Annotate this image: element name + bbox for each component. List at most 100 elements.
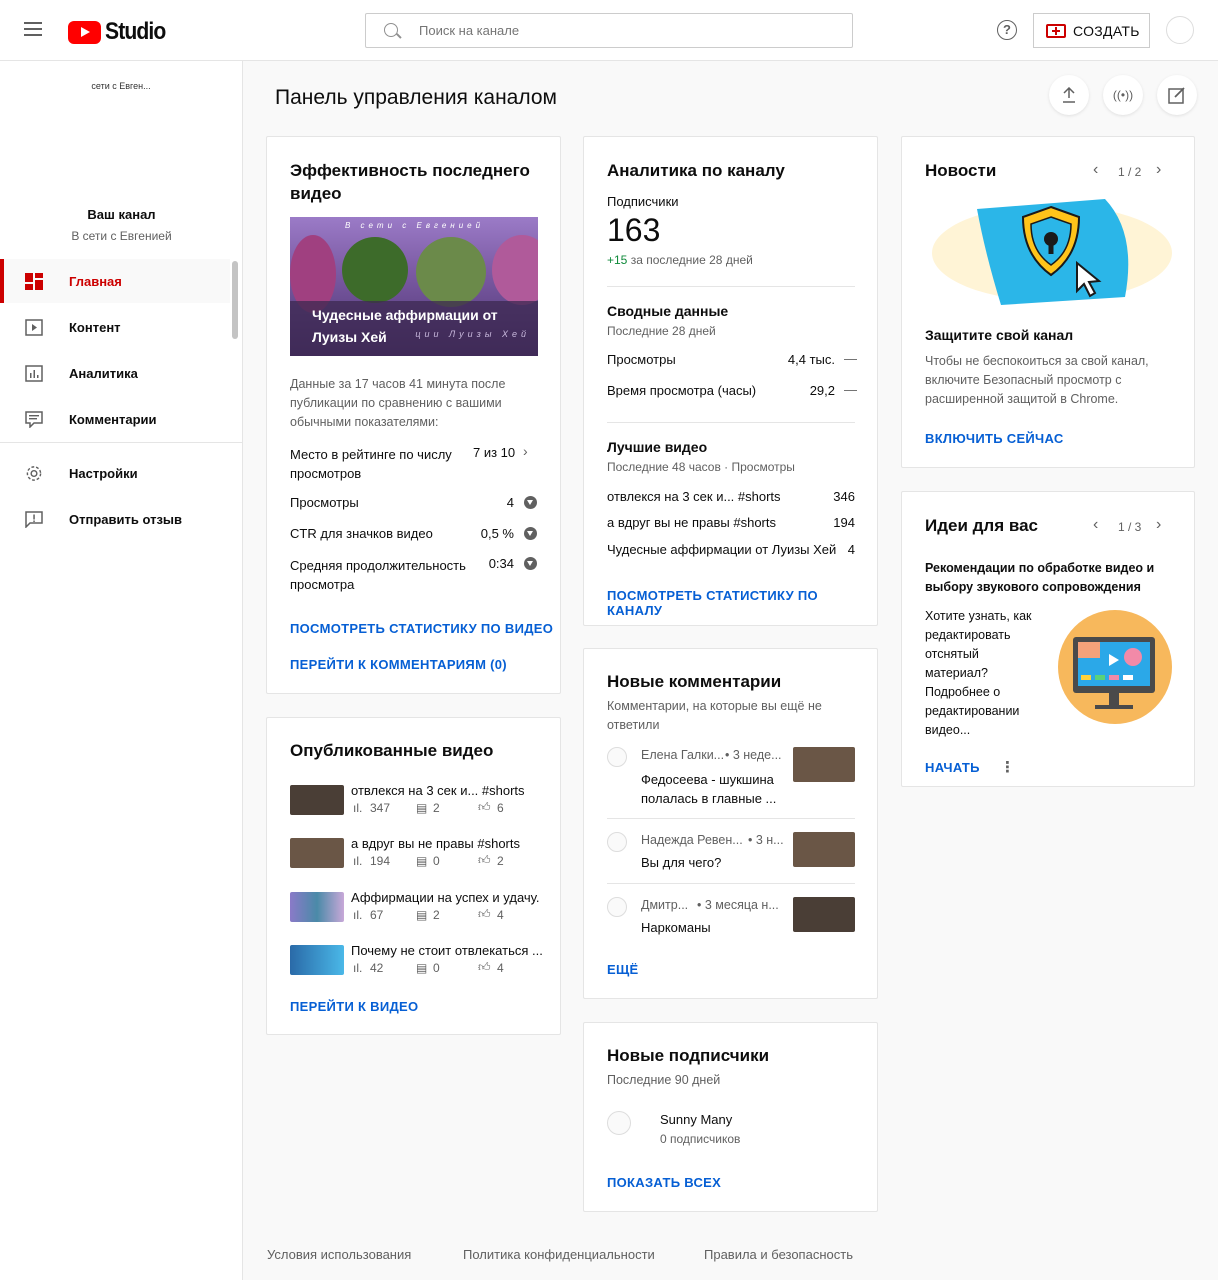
sidebar-item-feedback[interactable]: Отправить отзыв	[0, 497, 230, 541]
sidebar-item-dashboard[interactable]: Главная	[0, 259, 230, 303]
top-videos-title: Лучшие видео	[607, 439, 708, 455]
account-avatar[interactable]	[1166, 16, 1194, 44]
comment-author[interactable]: Елена Галки...	[641, 748, 724, 762]
comment-time: • 3 н...	[748, 833, 784, 847]
top-video-title[interactable]: Чудесные аффирмации от Луизы Хей	[607, 542, 836, 557]
channel-avatar[interactable]: сети с Евген...	[80, 81, 162, 91]
thumbnail-faded-text: ции Луизы Хей	[415, 329, 530, 339]
policy-link[interactable]: Правила и безопасность	[704, 1247, 853, 1262]
studio-logo[interactable]: Studio	[68, 18, 174, 46]
view-video-stats-link[interactable]: ПОСМОТРЕТЬ СТАТИСТИКУ ПО ВИДЕО	[290, 621, 553, 636]
help-icon[interactable]: ?	[997, 20, 1017, 40]
show-all-subscribers-link[interactable]: ПОКАЗАТЬ ВСЕХ	[607, 1175, 721, 1190]
sidebar-item-analytics[interactable]: Аналитика	[0, 351, 230, 395]
card-title: Идеи для вас	[925, 516, 1039, 535]
commenter-avatar[interactable]	[607, 832, 627, 852]
views-count: 194	[370, 854, 391, 868]
chevron-left-icon[interactable]: ‹	[1093, 516, 1098, 534]
terms-link[interactable]: Условия использования	[267, 1247, 411, 1262]
trend-indicator: —	[844, 382, 857, 397]
trend-indicator: —	[844, 351, 857, 366]
video-editing-illustration	[1058, 610, 1172, 724]
summary-title: Сводные данные	[607, 303, 729, 319]
commenter-avatar[interactable]	[607, 897, 627, 917]
list-item[interactable]: Аффирмации на успех и удачу. ıl. 67 ▤ 2 …	[290, 890, 540, 932]
ideas-headline: Рекомендации по обработке видео и выбору…	[925, 561, 1155, 594]
sidebar-item-settings[interactable]: Настройки	[0, 451, 230, 495]
video-thumbnail	[290, 785, 344, 815]
sidebar-item-label: Отправить отзыв	[69, 512, 182, 527]
start-link[interactable]: НАЧАТЬ	[925, 760, 980, 775]
likes-count: 6	[497, 801, 504, 815]
top-video-views: 4	[847, 542, 855, 557]
youtube-logo-icon	[68, 20, 101, 44]
go-to-comments-link[interactable]: ПЕРЕЙТИ К КОММЕНТАРИЯМ (0)	[290, 657, 507, 672]
video-title: а вдруг вы не правы #shorts	[351, 836, 520, 851]
sidebar-scrollbar[interactable]	[232, 261, 238, 339]
chevron-left-icon[interactable]: ‹	[1093, 161, 1098, 179]
likes-count: 2	[497, 854, 504, 868]
create-post-button[interactable]	[1157, 75, 1197, 115]
menu-icon[interactable]	[24, 22, 42, 36]
sidebar-item-comments[interactable]: Комментарии	[0, 397, 230, 441]
views-icon: ıl.	[353, 908, 363, 922]
new-subscribers-card: Новые подписчики Последние 90 дней Sunny…	[583, 1022, 878, 1212]
sidebar-item-label: Главная	[69, 274, 122, 289]
chevron-right-icon[interactable]: ›	[1156, 516, 1161, 534]
summary-row-label: Время просмотра (часы)	[607, 383, 757, 398]
channel-analytics-card: Аналитика по каналу Подписчики 163 +15 з…	[583, 136, 878, 626]
video-thumbnail[interactable]	[793, 747, 855, 782]
top-video-title[interactable]: а вдруг вы не правы #shorts	[607, 515, 776, 530]
video-thumbnail	[290, 838, 344, 868]
subscribers-count: 163	[607, 212, 661, 248]
stat-label: Средняя продолжительность просмотра	[290, 558, 466, 592]
card-title: Эффективность последнего видео	[290, 161, 530, 203]
upload-button[interactable]	[1049, 75, 1089, 115]
search-icon	[384, 23, 398, 37]
create-label: СОЗДАТЬ	[1073, 22, 1140, 39]
go-live-button[interactable]: ((•))	[1103, 75, 1143, 115]
top-video-title[interactable]: отвлекся на 3 сек и... #shorts	[607, 489, 781, 504]
comments-count: 0	[433, 854, 440, 868]
privacy-link[interactable]: Политика конфиденциальности	[463, 1247, 655, 1262]
news-headline: Защитите свой канал	[925, 327, 1074, 343]
list-item[interactable]: отвлекся на 3 сек и... #shorts ıl. 347 ▤…	[290, 783, 540, 825]
likes-count: 4	[497, 961, 504, 975]
sidebar-item-label: Аналитика	[69, 366, 138, 381]
commenter-avatar[interactable]	[607, 747, 627, 767]
create-button[interactable]: СОЗДАТЬ	[1033, 13, 1150, 48]
channel-name: В сети с Евгенией	[71, 229, 172, 243]
sidebar-item-content[interactable]: Контент	[0, 305, 230, 349]
more-options-icon[interactable]: ⋮	[1000, 758, 1015, 776]
video-thumbnail[interactable]	[793, 897, 855, 932]
comment-author[interactable]: Надежда Ревен...	[641, 833, 743, 847]
list-item[interactable]: Почему не стоит отвлекаться ... ıl. 42 ▤…	[290, 943, 543, 985]
subscriber-avatar[interactable]	[607, 1111, 631, 1135]
subscriber-count: 0 подписчиков	[660, 1132, 741, 1146]
edit-icon	[1168, 87, 1185, 104]
stat-label: CTR для значков видео	[290, 526, 433, 541]
comment-author[interactable]: Дмитр...	[641, 898, 688, 912]
news-card: Новости ‹ 1 / 2 › Защитите свой канал Чт…	[901, 136, 1195, 468]
more-comments-link[interactable]: ЕЩЁ	[607, 962, 639, 977]
card-title: Аналитика по каналу	[607, 161, 785, 180]
comment-text: Федосеева - шукшина полалась в главные .…	[641, 772, 777, 806]
arrow-down-icon	[524, 557, 537, 570]
like-icon: 👍︎	[478, 853, 491, 867]
list-item[interactable]: а вдруг вы не правы #shorts ıl. 194 ▤ 0 …	[290, 836, 540, 878]
chevron-right-icon[interactable]: ›	[1156, 161, 1161, 179]
view-channel-stats-link[interactable]: ПОСМОТРЕТЬ СТАТИСТИКУ ПО КАНАЛУ	[607, 588, 877, 618]
stat-label: Место в рейтинге по числу просмотров	[290, 447, 452, 481]
comment-divider	[607, 883, 855, 884]
chevron-right-icon[interactable]: ›	[523, 443, 528, 459]
subscriber-name[interactable]: Sunny Many	[660, 1112, 732, 1127]
search-input[interactable]	[419, 23, 819, 38]
like-icon: 👍︎	[478, 960, 491, 974]
video-thumbnail[interactable]	[793, 832, 855, 867]
go-to-videos-link[interactable]: ПЕРЕЙТИ К ВИДЕО	[290, 999, 418, 1014]
stat-value: 4	[506, 495, 514, 510]
video-thumbnail[interactable]: В сети с Евгенией Чудесные аффирмации от…	[290, 217, 538, 356]
enable-now-link[interactable]: ВКЛЮЧИТЬ СЕЙЧАС	[925, 431, 1064, 446]
search-box[interactable]	[365, 13, 853, 48]
logo-text: Studio	[105, 18, 166, 45]
